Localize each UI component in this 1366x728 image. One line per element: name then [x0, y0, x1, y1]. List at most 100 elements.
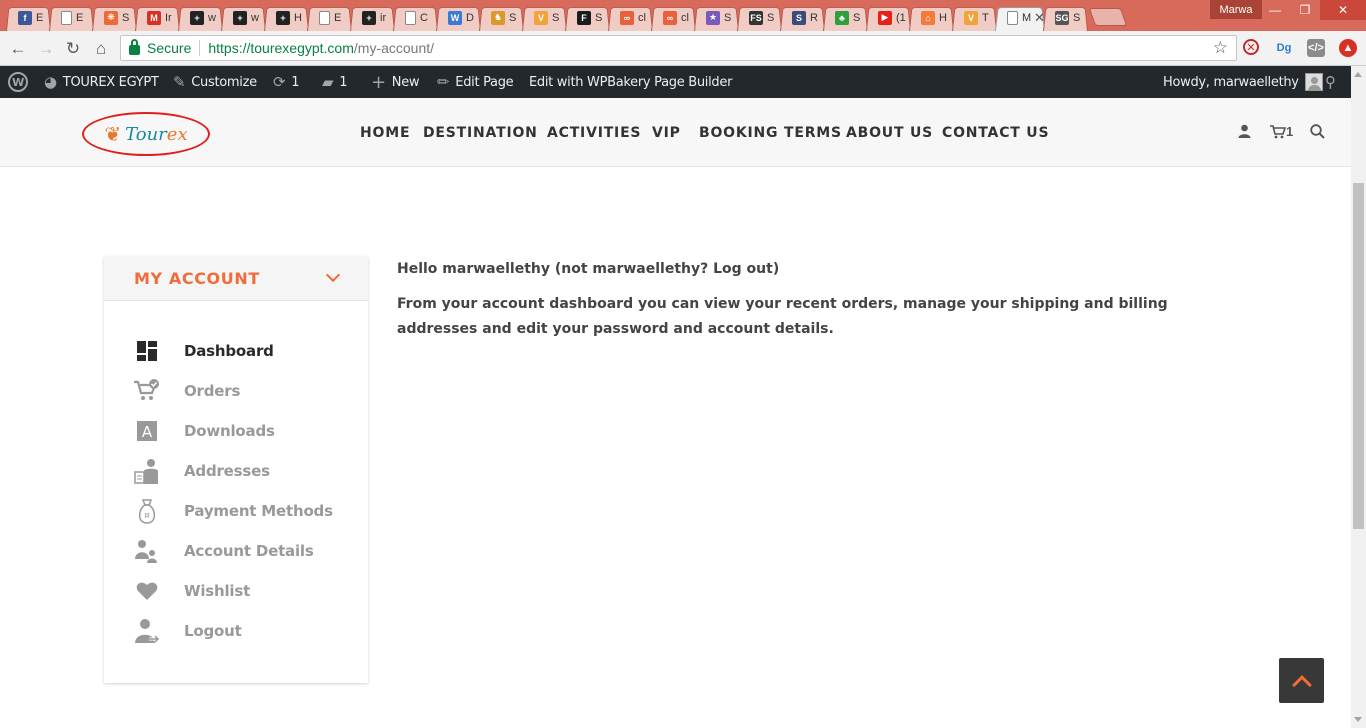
pencil-icon: ✏ — [437, 73, 450, 91]
forward-icon[interactable]: → — [35, 38, 57, 60]
browser-tab-title: S — [595, 11, 603, 24]
browser-tab[interactable]: FS S — [737, 4, 782, 31]
account-nav-label: Logout — [184, 622, 242, 640]
browser-tab[interactable]: SG S — [1043, 4, 1088, 31]
dg-extension-icon[interactable]: Dg — [1275, 39, 1293, 57]
account-nav-addresses[interactable]: Addresses — [134, 451, 333, 491]
v-icon: V — [534, 10, 548, 25]
plus-box-icon: + — [190, 10, 204, 25]
browser-tab[interactable]: ⌂ H — [909, 4, 954, 31]
user-details-icon — [134, 538, 160, 564]
browser-tab-title: H — [939, 11, 947, 24]
user-icon[interactable] — [1238, 124, 1251, 138]
scroll-down-icon[interactable] — [1354, 717, 1362, 722]
account-nav-account-details[interactable]: Account Details — [134, 531, 333, 571]
back-icon[interactable]: ← — [7, 38, 29, 60]
browser-tab[interactable]: SR — [780, 4, 825, 31]
scroll-up-icon[interactable] — [1354, 72, 1362, 77]
browser-tab[interactable]: ∞ cl — [608, 4, 653, 31]
edit-page-link[interactable]: ✏ Edit Page — [437, 66, 514, 98]
account-nav-dashboard[interactable]: Dashboard — [134, 331, 333, 371]
menu-item-about-us[interactable]: ABOUT US — [846, 125, 933, 141]
profile-button[interactable]: Marwa — [1210, 0, 1262, 19]
address-bar[interactable]: Secure https://tourexegypt.com/my-accoun… — [120, 35, 1237, 61]
account-nav-label: Wishlist — [184, 582, 251, 600]
upload-extension-icon[interactable]: ▲ — [1339, 39, 1357, 57]
browser-tab[interactable]: E — [49, 4, 94, 31]
code-extension-icon[interactable]: </> — [1307, 39, 1325, 57]
menu-item-home[interactable]: HOME — [360, 125, 410, 141]
browser-tab[interactable]: ▶ (1 — [866, 4, 911, 31]
browser-tab-title: cl — [638, 11, 646, 24]
menu-item-destination[interactable]: DESTINATION — [423, 125, 538, 141]
page-scrollbar[interactable] — [1351, 66, 1366, 728]
updates-link[interactable]: ⟳ 1 — [273, 66, 300, 98]
browser-tab[interactable]: VT — [952, 4, 997, 31]
browser-tab[interactable]: + w — [221, 4, 266, 31]
restore-icon[interactable]: ❐ — [1290, 0, 1320, 20]
back-to-top-button[interactable] — [1279, 658, 1324, 703]
site-name-link[interactable]: ◕ TOUREX EGYPT — [44, 66, 159, 98]
comments-count: 1 — [339, 74, 348, 90]
new-tab-button[interactable] — [1092, 8, 1124, 26]
scroll-thumb[interactable] — [1353, 183, 1364, 529]
browser-tab[interactable]: ♣ S — [823, 4, 868, 31]
new-content-link[interactable]: + New — [371, 66, 420, 98]
account-nav-orders[interactable]: Orders — [134, 371, 333, 411]
browser-tab[interactable]: FS — [565, 4, 610, 31]
browser-tab[interactable]: ∞ cl — [651, 4, 696, 31]
comments-link[interactable]: ▰ 1 — [322, 66, 348, 98]
home-icon[interactable]: ⌂ — [90, 38, 112, 60]
browser-tab[interactable]: ❋ S — [92, 4, 137, 31]
tab-close-icon[interactable]: ✕ — [1034, 10, 1045, 26]
secure-label: Secure — [147, 40, 192, 56]
my-account-menu[interactable]: Howdy, marwaellethy — [1163, 66, 1323, 98]
account-nav-wishlist[interactable]: Wishlist — [134, 571, 333, 611]
wpbakery-link[interactable]: Edit with WPBakery Page Builder — [529, 66, 732, 98]
menu-item-booking-terms[interactable]: BOOKING TERMS — [699, 125, 842, 141]
page-icon — [1007, 10, 1018, 25]
customize-link[interactable]: ✎ Customize — [173, 66, 257, 98]
browser-tab[interactable]: WD — [436, 4, 481, 31]
admin-search[interactable]: ⚲ — [1325, 66, 1336, 98]
browser-tab[interactable]: M Ir — [135, 4, 180, 31]
browser-tab[interactable]: + w — [178, 4, 223, 31]
minimize-icon[interactable]: — — [1260, 0, 1290, 20]
account-nav-header[interactable]: MY ACCOUNT — [104, 256, 368, 301]
browser-tab[interactable]: + H — [264, 4, 309, 31]
download-a-icon: A — [134, 418, 160, 444]
bookmark-star-icon[interactable]: ☆ — [1213, 38, 1228, 58]
browser-tab[interactable]: ★ S — [694, 4, 739, 31]
site-logo[interactable]: ❦ Tourex — [82, 112, 210, 156]
menu-item-activities[interactable]: ACTIVITIES — [547, 125, 641, 141]
shield-extension-icon[interactable]: ✕ — [1243, 39, 1259, 55]
sg-icon: SG — [1055, 10, 1069, 25]
menu-item-vip[interactable]: VIP — [652, 125, 681, 141]
browser-tab-title: E — [334, 11, 342, 24]
heart-icon — [134, 578, 160, 604]
wp-logo-menu[interactable]: W — [8, 66, 28, 98]
account-nav-payment-methods[interactable]: ¤ Payment Methods — [134, 491, 333, 531]
window-close-icon[interactable]: ✕ — [1320, 0, 1366, 20]
browser-tab[interactable]: C — [393, 4, 438, 31]
browser-tab[interactable]: + ir — [350, 4, 395, 31]
account-nav-logout[interactable]: Logout — [134, 611, 333, 651]
swirl-icon: ❋ — [104, 10, 118, 25]
account-content: Hello marwaellethy (not marwaellethy? Lo… — [397, 258, 1247, 342]
reload-icon[interactable]: ↻ — [62, 38, 84, 60]
browser-tab-title: S — [552, 11, 560, 24]
page-icon — [405, 10, 416, 25]
plus-box-icon: + — [362, 10, 376, 25]
browser-tab[interactable]: E — [307, 4, 352, 31]
cart-link[interactable]: 1 — [1270, 124, 1293, 139]
browser-tab[interactable]: VS — [522, 4, 567, 31]
browser-tab[interactable]: ♞ S — [479, 4, 524, 31]
cart-check-icon — [134, 378, 160, 404]
account-nav-downloads[interactable]: A Downloads — [134, 411, 333, 451]
menu-item-contact-us[interactable]: CONTACT US — [942, 125, 1049, 141]
chevron-up-icon — [1291, 674, 1312, 695]
header-search-icon[interactable] — [1310, 124, 1325, 139]
browser-tab[interactable]: fE — [6, 4, 51, 31]
plus-box-icon: + — [276, 10, 290, 25]
browser-tab[interactable]: M ✕ — [995, 4, 1045, 31]
